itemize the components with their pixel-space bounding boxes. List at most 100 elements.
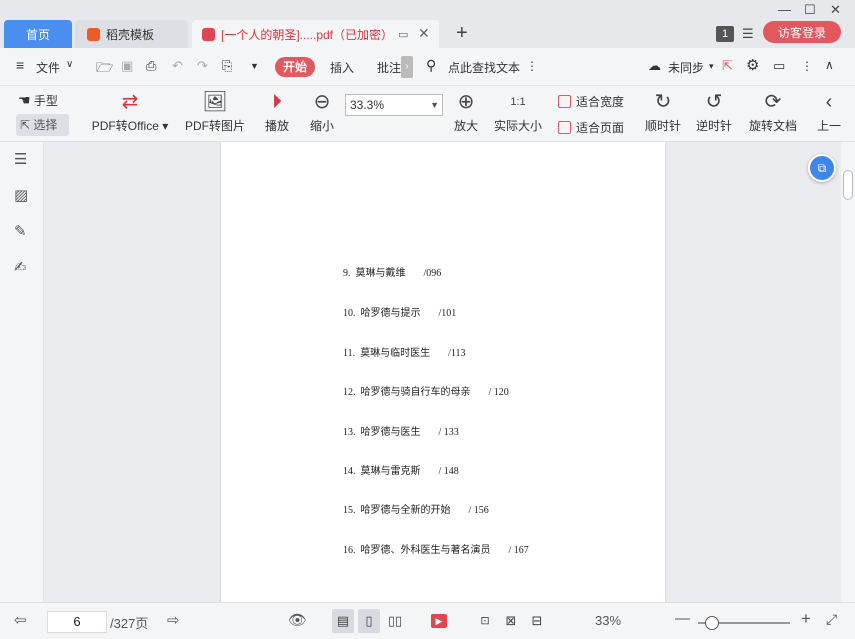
toc-title: 哈罗德与提示: [360, 308, 421, 319]
search-text-box[interactable]: 点此查找文本: [448, 59, 520, 76]
toc-item[interactable]: 14. 莫琳与雷克斯 / 148: [343, 462, 459, 477]
actual-size-status-icon[interactable]: ⊡: [474, 609, 496, 633]
rotate-clockwise-button[interactable]: ↻ 顺时针: [643, 90, 683, 134]
open-folder-icon[interactable]: 🗁: [96, 57, 113, 81]
toc-number: 14.: [343, 466, 356, 477]
page-count-badge[interactable]: 1: [716, 26, 734, 42]
two-page-view-icon[interactable]: ▯▯: [384, 609, 406, 633]
toc-item[interactable]: 15. 哈罗德与全新的开始 / 156: [343, 501, 489, 516]
slideshow-play-icon[interactable]: ▶: [431, 614, 447, 628]
login-button[interactable]: 访客登录: [763, 21, 841, 43]
tab-pdf-document[interactable]: [一个人的朝圣].....pdf（已加密） ▭ ✕: [192, 20, 439, 48]
eye-protection-icon[interactable]: 👁: [288, 611, 307, 629]
previous-page-button[interactable]: ‹ 上一: [814, 90, 844, 134]
pdf-export-icon[interactable]: ⎘: [222, 58, 232, 74]
toc-item[interactable]: 13. 哈罗德与医生 / 133: [343, 423, 459, 438]
list-view-icon[interactable]: ☰: [742, 26, 754, 42]
toc-number: 12.: [343, 387, 356, 398]
single-page-view-icon[interactable]: ▤: [332, 609, 354, 633]
annotation-pen-icon[interactable]: ✎: [14, 222, 27, 240]
tab-docer-templates[interactable]: 稻壳模板: [75, 20, 188, 48]
toc-title: 莫琳与临时医生: [360, 348, 431, 359]
menu-insert[interactable]: 插入: [330, 59, 354, 76]
zoom-level-select[interactable]: 33.3% ▼: [345, 94, 443, 116]
toc-item[interactable]: 16. 哈罗德、外科医生与著名演员 / 167: [343, 541, 529, 556]
collapse-ribbon-icon[interactable]: ∧: [825, 58, 834, 72]
print-icon[interactable]: ⎙: [146, 58, 156, 74]
maximize-icon[interactable]: ☐: [804, 2, 816, 18]
tab-home-label: 首页: [25, 27, 50, 42]
current-page-input[interactable]: 6: [47, 611, 107, 633]
fit-page-button[interactable]: 适合页面: [558, 119, 624, 136]
toc-item[interactable]: 12. 哈罗德与骑自行车的母亲 / 120: [343, 383, 509, 398]
scrollbar-thumb[interactable]: [843, 170, 853, 200]
pdf-to-office-button[interactable]: ⇄ PDF转Office ▾: [88, 90, 172, 134]
document-viewport[interactable]: 9. 莫琳与戴维/096 10. 哈罗德与提示/101 11. 莫琳与临时医生 /…: [44, 142, 841, 602]
tab-home[interactable]: 首页: [4, 20, 72, 48]
toc-number: 10.: [343, 308, 356, 319]
save-icon[interactable]: ▣: [121, 58, 133, 74]
zoom-slider-knob[interactable]: [704, 616, 719, 630]
fullscreen-icon[interactable]: ⤢: [826, 611, 837, 628]
zoom-in-button[interactable]: ⊕ 放大: [451, 90, 481, 134]
fit-page-status-icon[interactable]: ⊠: [500, 609, 522, 633]
pdf-to-image-label: PDF转图片: [184, 119, 245, 133]
chevron-right-icon[interactable]: ›: [401, 56, 413, 78]
sync-dropdown-icon[interactable]: ▾: [709, 61, 714, 72]
toc-item[interactable]: 11. 莫琳与临时医生/113: [343, 344, 466, 359]
cloud-sync-icon[interactable]: ☁: [648, 58, 661, 74]
continuous-view-icon[interactable]: ▯: [358, 609, 380, 633]
select-tool-button[interactable]: ⇱ 选择: [16, 114, 69, 136]
outline-list-icon[interactable]: ☰: [14, 150, 27, 168]
chevron-left-icon: ‹: [825, 91, 833, 113]
toc-item[interactable]: 9. 莫琳与戴维/096: [343, 264, 441, 279]
undo-icon[interactable]: ↶: [172, 58, 183, 74]
more-vertical-icon-2[interactable]: ⋮: [801, 59, 813, 73]
close-tab-icon[interactable]: ✕: [418, 25, 430, 42]
new-tab-icon[interactable]: +: [456, 22, 468, 45]
close-window-icon[interactable]: ✕: [830, 2, 841, 18]
sync-status[interactable]: 未同步: [668, 59, 704, 76]
comment-icon[interactable]: ▭: [773, 58, 785, 74]
hamburger-icon[interactable]: ≡: [16, 57, 24, 73]
share-icon[interactable]: ⇱: [722, 58, 733, 74]
fit-width-button[interactable]: 适合宽度: [558, 93, 624, 110]
float-window-icon[interactable]: ▭: [398, 28, 408, 41]
toc-number: 9.: [343, 268, 351, 279]
zoom-minus-icon[interactable]: —: [675, 610, 690, 627]
rotate-counterclockwise-button[interactable]: ↺ 逆时针: [694, 90, 734, 134]
zoom-plus-icon[interactable]: +: [801, 609, 811, 629]
more-vertical-icon[interactable]: ⋮: [526, 59, 538, 73]
floating-translate-icon[interactable]: ⧉: [808, 154, 836, 182]
minimize-icon[interactable]: —: [778, 2, 791, 17]
actual-size-button[interactable]: 1:1 实际大小: [492, 90, 544, 134]
menu-annotate[interactable]: 批注: [377, 59, 401, 76]
fit-width-status-icon[interactable]: ⊟: [526, 609, 548, 633]
rotate-counterclockwise-icon: ↺: [705, 91, 723, 113]
menu-file[interactable]: 文件: [36, 59, 60, 76]
more-dropdown-icon[interactable]: ▼: [250, 61, 259, 71]
rotate-document-button[interactable]: ⟳ 旋转文档: [746, 90, 800, 134]
thumbnail-image-icon[interactable]: ▨: [14, 186, 28, 204]
docer-logo-icon: [87, 27, 100, 41]
zoom-out-icon: ⊖: [313, 91, 331, 113]
zoom-dropdown-icon[interactable]: ▼: [430, 95, 439, 115]
menu-bar: ≡ 文件 ∨ 🗁 ▣ ⎙ ↶ ↷ ⎘ ▼ 开始 插入 批注 › ⚲ 点此查找文本…: [0, 48, 855, 86]
pdf-to-image-button[interactable]: 🖼 PDF转图片: [184, 90, 246, 134]
signature-icon[interactable]: ✍: [14, 258, 27, 276]
hand-tool-button[interactable]: ☚ 手型: [18, 92, 58, 109]
play-button[interactable]: ⏵ 播放: [262, 90, 292, 134]
previous-page-arrow-icon[interactable]: ⇦: [14, 611, 27, 629]
settings-gear-icon[interactable]: ⚙: [746, 56, 759, 74]
zoom-percentage[interactable]: 33%: [595, 613, 621, 628]
toc-number: 15.: [343, 505, 356, 516]
search-icon[interactable]: ⚲: [426, 57, 436, 74]
toc-page: / 148: [438, 466, 459, 477]
vertical-scrollbar[interactable]: [841, 142, 855, 602]
chevron-down-icon[interactable]: ∨: [66, 59, 73, 70]
toc-item[interactable]: 10. 哈罗德与提示/101: [343, 304, 456, 319]
menu-start[interactable]: 开始: [275, 57, 315, 77]
next-page-arrow-icon[interactable]: ⇨: [167, 611, 180, 629]
redo-icon[interactable]: ↷: [197, 58, 208, 74]
zoom-out-button[interactable]: ⊖ 缩小: [307, 90, 337, 134]
